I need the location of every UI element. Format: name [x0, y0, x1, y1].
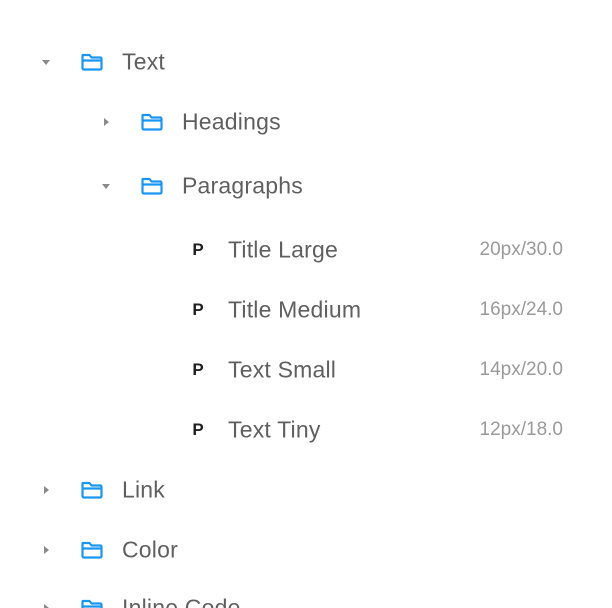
tree-item-label: Paragraphs — [182, 172, 303, 199]
tree-item-link[interactable]: Link — [0, 470, 612, 510]
folder-icon — [139, 111, 165, 133]
folder-icon — [79, 51, 105, 73]
folder-icon — [79, 479, 105, 501]
text-style-title-medium[interactable]: P Title Medium 16px/24.0 — [0, 290, 612, 330]
tree-item-headings[interactable]: Headings — [0, 102, 612, 142]
paragraph-style-icon: P — [192, 360, 204, 379]
tree-item-paragraphs[interactable]: Paragraphs — [0, 166, 612, 206]
tree-item-inline-code[interactable]: Inline Code — [0, 588, 612, 608]
text-style-meta: 16px/24.0 — [479, 299, 563, 320]
text-style-label: Text Tiny — [228, 416, 321, 443]
tree-item-label: Inline Code — [122, 594, 241, 608]
text-style-text-small[interactable]: P Text Small 14px/20.0 — [0, 350, 612, 390]
chevron-right-icon[interactable] — [36, 480, 56, 500]
text-style-label: Title Large — [228, 236, 339, 263]
layer-tree: Text Headings Paragraphs P Title Large 2… — [0, 0, 612, 608]
folder-icon — [79, 539, 105, 561]
tree-item-label: Headings — [182, 108, 281, 135]
chevron-right-icon[interactable] — [96, 112, 116, 132]
text-style-meta: 14px/20.0 — [479, 359, 563, 380]
paragraph-style-icon: P — [192, 300, 204, 319]
text-style-text-tiny[interactable]: P Text Tiny 12px/18.0 — [0, 410, 612, 450]
tree-item-color[interactable]: Color — [0, 530, 612, 570]
tree-item-label: Text — [122, 48, 165, 75]
paragraph-style-icon: P — [192, 240, 204, 259]
tree-item-text[interactable]: Text — [0, 42, 612, 82]
chevron-right-icon[interactable] — [36, 540, 56, 560]
paragraph-style-icon: P — [192, 420, 204, 439]
text-style-label: Title Medium — [228, 296, 362, 323]
text-style-title-large[interactable]: P Title Large 20px/30.0 — [0, 230, 612, 270]
text-style-meta: 12px/18.0 — [479, 419, 563, 440]
folder-icon — [79, 597, 105, 608]
chevron-right-icon[interactable] — [36, 598, 56, 608]
chevron-down-icon[interactable] — [36, 52, 56, 72]
tree-item-label: Color — [122, 536, 178, 563]
tree-item-label: Link — [122, 476, 165, 503]
text-style-label: Text Small — [228, 356, 337, 383]
chevron-down-icon[interactable] — [96, 176, 116, 196]
text-style-meta: 20px/30.0 — [479, 239, 563, 260]
folder-icon — [139, 175, 165, 197]
